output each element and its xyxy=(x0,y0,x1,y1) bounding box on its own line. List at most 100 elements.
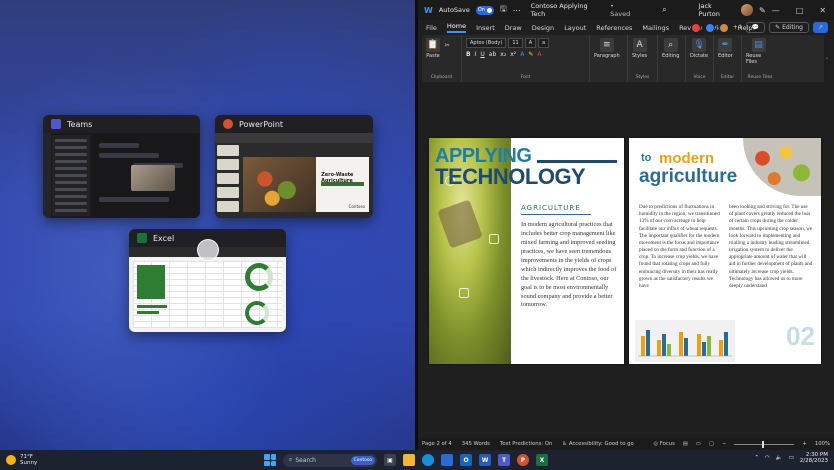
ribbon-scroll-right[interactable]: › xyxy=(824,35,830,82)
group-voice: 🎙 Dictate Voice xyxy=(686,35,714,82)
outlook-icon[interactable]: O xyxy=(460,454,472,466)
snap-dim-overlay xyxy=(0,0,415,450)
print-layout-icon[interactable]: ▭ xyxy=(696,441,701,447)
tab-layout[interactable]: Layout xyxy=(564,24,586,32)
edge-icon[interactable] xyxy=(422,454,434,466)
body-column-2: been looking and striving for. The use o… xyxy=(729,204,813,289)
paragraph-button[interactable]: ≡ Paragraph xyxy=(594,38,620,59)
start-button[interactable] xyxy=(264,454,276,466)
page-modern-agriculture[interactable]: to modern agriculture Due to predictions… xyxy=(629,138,821,364)
zoom-out-icon[interactable]: − xyxy=(722,441,726,447)
dictate-button[interactable]: 🎙 Dictate xyxy=(690,38,708,59)
editor-button[interactable]: ✒ Editor xyxy=(718,38,733,59)
styles-button[interactable]: A Styles xyxy=(632,38,647,59)
autosave-toggle[interactable]: On xyxy=(475,5,494,15)
superscript-icon[interactable]: x² xyxy=(510,51,516,58)
more-icon[interactable]: ⋯ xyxy=(513,6,521,15)
focus-button[interactable]: ◎ Focus xyxy=(653,441,674,447)
group-label: Styles xyxy=(635,75,650,80)
tab-file[interactable]: File xyxy=(426,24,437,32)
collaborator-avatar[interactable] xyxy=(718,22,729,33)
chevron-up-icon[interactable]: ⌃ xyxy=(754,455,759,461)
search-org-tag: Contoso xyxy=(350,455,375,465)
clipboard-icon: 📋 xyxy=(426,38,440,52)
tab-design[interactable]: Design xyxy=(532,24,554,32)
accessibility-checker[interactable]: ♿ Accessibility: Good to go xyxy=(562,441,633,447)
italic-button[interactable]: I xyxy=(475,51,477,58)
excel-taskbar-icon[interactable]: X xyxy=(536,454,548,466)
zoom-in-icon[interactable]: + xyxy=(802,441,806,447)
subscript-icon[interactable]: x₂ xyxy=(500,51,506,58)
maximize-button[interactable]: □ xyxy=(796,6,804,15)
document-canvas[interactable]: APPLYING TECHNOLOGY AGRICULTURE In moder… xyxy=(418,86,834,438)
strikethrough-icon[interactable]: ab xyxy=(489,51,497,58)
heading-modern: modern xyxy=(659,150,715,167)
editing-mode-button[interactable]: ✎ Editing xyxy=(769,22,809,33)
file-explorer-icon[interactable] xyxy=(403,454,415,466)
powerpoint-taskbar-icon[interactable]: P xyxy=(517,454,529,466)
shrink-font-icon[interactable]: a xyxy=(538,38,550,48)
collaborator-avatar[interactable] xyxy=(690,22,701,33)
grow-font-icon[interactable]: A xyxy=(524,38,537,48)
text-predictions[interactable]: Text Predictions: On xyxy=(500,441,552,447)
read-mode-icon[interactable]: ▤ xyxy=(683,441,688,447)
tab-draw[interactable]: Draw xyxy=(505,24,522,32)
group-editor: ✒ Editor Editor xyxy=(714,35,742,82)
share-button[interactable]: ↗ xyxy=(812,22,828,33)
close-button[interactable]: ✕ xyxy=(819,6,826,15)
store-icon[interactable] xyxy=(441,454,453,466)
zoom-slider[interactable] xyxy=(734,440,795,448)
card-title: Excel xyxy=(153,233,175,243)
word-taskbar-icon[interactable]: W xyxy=(479,454,491,466)
battery-icon[interactable]: ▭ xyxy=(789,455,794,461)
snap-card-powerpoint[interactable]: PowerPoint Zero-Waste Agriculture Contos… xyxy=(215,115,373,218)
extra-collaborators[interactable]: +4 xyxy=(733,24,742,31)
font-size-select[interactable]: 11 xyxy=(508,38,523,48)
tab-references[interactable]: References xyxy=(596,24,632,32)
teams-icon xyxy=(51,119,61,129)
volume-icon[interactable]: 🔈 xyxy=(776,455,783,461)
clock[interactable]: 2:30 PM 2/28/2023 xyxy=(800,452,828,465)
comments-button[interactable]: 💬 xyxy=(745,22,766,33)
page-applying-technology[interactable]: APPLYING TECHNOLOGY AGRICULTURE In moder… xyxy=(429,138,624,364)
collaborators: +4 💬 ✎ Editing ↗ xyxy=(690,22,828,33)
pen-icon[interactable]: ✎ xyxy=(759,6,766,15)
word-count[interactable]: 345 Words xyxy=(462,441,490,447)
tab-insert[interactable]: Insert xyxy=(476,24,495,32)
task-view-icon[interactable]: ▣ xyxy=(384,454,396,466)
search-icon[interactable]: ⌕ xyxy=(662,5,666,15)
web-layout-icon[interactable]: ▢ xyxy=(709,441,714,447)
underline-button[interactable]: U xyxy=(480,51,484,58)
excel-grid xyxy=(133,261,282,328)
snap-card-teams[interactable]: Teams xyxy=(43,115,200,218)
highlight-icon[interactable]: ✎ xyxy=(528,51,533,58)
collaborator-avatar[interactable] xyxy=(704,22,715,33)
tab-mailings[interactable]: Mailings xyxy=(642,24,669,32)
cut-icon[interactable]: ✂ xyxy=(445,42,450,49)
text-effects-icon[interactable]: A xyxy=(520,51,524,58)
vegetables-image xyxy=(243,157,317,212)
bold-button[interactable]: B xyxy=(466,51,471,58)
save-icon[interactable]: 🖫 xyxy=(500,3,507,17)
paste-button[interactable]: 📋 Paste xyxy=(426,38,440,59)
styles-icon: A xyxy=(632,38,647,52)
teams-preview xyxy=(43,133,200,218)
teams-taskbar-icon[interactable]: T xyxy=(498,454,510,466)
document-title[interactable]: Contoso Applying Tech xyxy=(531,2,604,18)
reuse-files-button[interactable]: ▤ Reuse Files xyxy=(746,38,771,65)
minimize-button[interactable]: — xyxy=(772,6,780,15)
user-avatar[interactable] xyxy=(741,4,754,16)
taskbar-search[interactable]: ⌕ Search Contoso xyxy=(283,453,377,467)
page-count[interactable]: Page 2 of 4 xyxy=(422,441,452,447)
wifi-icon[interactable]: ◠ xyxy=(765,455,770,461)
tab-home[interactable]: Home xyxy=(446,22,467,33)
plant-icon xyxy=(489,234,499,244)
editing-button[interactable]: ⌕ Editing xyxy=(662,38,679,59)
autosave-label: AutoSave xyxy=(438,6,470,14)
weather-widget[interactable]: 71°F Sunny xyxy=(0,454,200,466)
font-name-select[interactable]: Aptos (Body) xyxy=(466,38,507,48)
zoom-level[interactable]: 100% xyxy=(815,441,830,447)
font-color-icon[interactable]: A xyxy=(537,51,541,58)
clock-date: 2/28/2023 xyxy=(799,458,828,465)
heading-rule xyxy=(537,160,617,163)
